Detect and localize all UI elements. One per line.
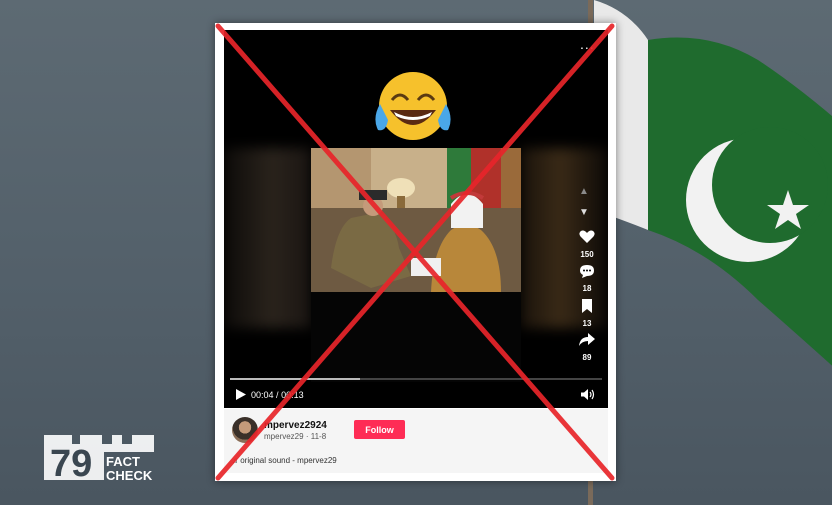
user-handle: mpervez29 <box>264 432 304 441</box>
video-frame-letterbox <box>311 292 521 382</box>
face-with-tears-of-joy-icon <box>375 72 451 140</box>
comment-count: 18 <box>582 284 592 293</box>
video-frame <box>311 148 521 292</box>
pakistan-flag <box>588 0 832 505</box>
current-time: 00:04 <box>251 390 274 400</box>
post-date: 11-8 <box>310 432 327 441</box>
volume-icon[interactable] <box>581 389 595 400</box>
username[interactable]: mpervez2924 <box>264 420 327 431</box>
save-count: 13 <box>582 319 592 328</box>
share-count: 89 <box>582 353 592 362</box>
share-icon <box>579 333 595 346</box>
avatar[interactable] <box>232 417 258 443</box>
svg-text:CHECK: CHECK <box>106 468 153 483</box>
like-button[interactable]: 150 <box>570 230 604 259</box>
follow-button[interactable]: Follow <box>354 420 405 439</box>
sound-label: original sound - mpervez29 <box>240 456 337 465</box>
svg-text:FACT: FACT <box>106 454 140 469</box>
video-player[interactable]: ... ▲ ▼ 150 18 13 89 00:04 / 00:13 <box>224 30 608 408</box>
total-time: 00:13 <box>281 390 304 400</box>
share-button[interactable]: 89 <box>570 333 604 362</box>
play-icon[interactable] <box>236 389 246 400</box>
video-time: 00:04 / 00:13 <box>251 390 304 400</box>
comment-icon <box>580 265 594 278</box>
bookmark-icon <box>582 299 592 313</box>
meta-separator: · <box>305 432 309 441</box>
like-count: 150 <box>580 250 594 259</box>
blurred-background-left <box>224 148 311 328</box>
video-progress-fill <box>230 378 361 380</box>
save-button[interactable]: 13 <box>570 299 604 328</box>
user-meta: mpervez29 · 11-8 <box>264 432 326 441</box>
video-progress-bar[interactable] <box>230 378 602 380</box>
heart-icon <box>579 230 595 243</box>
original-sound-link[interactable]: ♫ original sound - mpervez29 <box>232 456 337 465</box>
post-info: mpervez2924 mpervez29 · 11-8 Follow ♫ or… <box>224 409 608 473</box>
svg-text:79: 79 <box>50 443 92 485</box>
fact-check-logo: 79 FACT CHECK <box>44 435 154 485</box>
comment-button[interactable]: 18 <box>570 264 604 293</box>
chevron-up-icon[interactable]: ▲ <box>579 186 589 197</box>
time-separator: / <box>276 390 279 400</box>
more-options-button[interactable]: ... <box>580 36 595 52</box>
music-note-icon: ♫ <box>232 456 238 465</box>
chevron-down-icon[interactable]: ▼ <box>579 207 589 218</box>
